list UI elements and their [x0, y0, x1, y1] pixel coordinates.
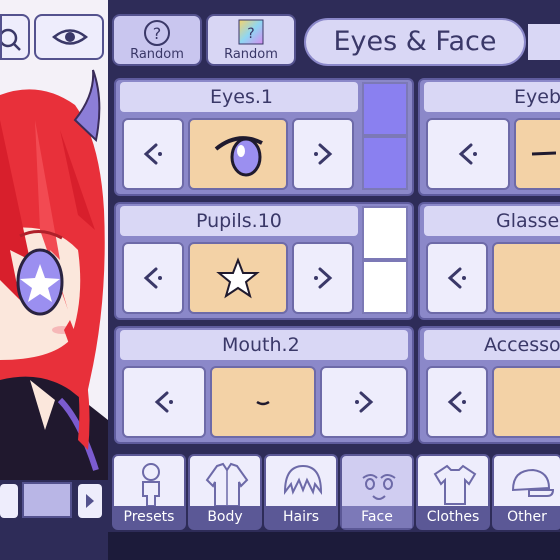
glasses-title-text: Glasse: [496, 210, 560, 232]
eyes-prev-button[interactable]: [122, 118, 184, 190]
eyes-color-swatch-1[interactable]: [362, 82, 408, 136]
random-button-left[interactable]: ? Random: [112, 14, 202, 66]
accessory-preview[interactable]: [492, 366, 560, 438]
accessory-title-text: Accesso: [484, 334, 560, 356]
shirt-icon: [433, 464, 477, 505]
random-label-left: Random: [130, 47, 184, 62]
tab-body-label: Body: [190, 506, 260, 528]
random-button-right[interactable]: ? Random: [206, 14, 296, 66]
chevron-right-icon: [314, 267, 333, 289]
chevron-left-icon: [447, 267, 466, 289]
chevron-right-icon: [314, 143, 333, 165]
mouth-title: Mouth.2: [120, 330, 408, 360]
eyebrows-preview[interactable]: [514, 118, 560, 190]
face-icon: [362, 474, 396, 500]
mouth-title-text: Mouth.2: [222, 334, 300, 356]
glasses-preview[interactable]: [492, 242, 560, 314]
mouth-prev-button[interactable]: [122, 366, 206, 438]
character-illustration: [0, 0, 108, 560]
accessory-title: Accesso: [424, 330, 560, 360]
eye-icon: [52, 29, 88, 45]
glasses-prev-button[interactable]: [426, 242, 488, 314]
chevron-left-icon: [143, 143, 162, 165]
hair-icon: [283, 464, 323, 496]
mouth-style-icon: [256, 400, 270, 406]
page-title-pill: Eyes & Face: [304, 18, 526, 66]
question-circle-icon: ?: [144, 20, 170, 46]
eyebrow-style-icon: [531, 151, 556, 156]
pupils-next-button[interactable]: [292, 242, 354, 314]
pupils-color-swatch-1[interactable]: [362, 206, 408, 260]
chevron-left-icon: [447, 391, 466, 413]
random-color-icon: ?: [238, 19, 264, 45]
tab-presets[interactable]: Presets: [112, 454, 186, 530]
accessory-prev-button[interactable]: [426, 366, 488, 438]
mouth-next-button[interactable]: [320, 366, 408, 438]
zoom-button[interactable]: [0, 14, 30, 60]
svg-text:?: ?: [153, 24, 162, 43]
star-icon: [216, 257, 260, 299]
glasses-title: Glasse: [424, 206, 560, 236]
person-outline-icon: [142, 463, 160, 507]
tab-body[interactable]: Body: [188, 454, 262, 530]
tab-other[interactable]: Other: [492, 454, 560, 530]
tab-hairs[interactable]: Hairs: [264, 454, 338, 530]
eyes-title-text: Eyes.1: [210, 86, 273, 108]
random-label-right: Random: [224, 47, 278, 62]
tab-other-label: Other: [494, 506, 560, 528]
tab-hairs-label: Hairs: [266, 506, 336, 528]
zoom-icon: [0, 28, 21, 51]
mouth-preview[interactable]: [210, 366, 316, 438]
preview-right-arrow[interactable]: [78, 484, 102, 518]
tab-clothes[interactable]: Clothes: [416, 454, 490, 530]
pupils-color-swatch-2[interactable]: [362, 260, 408, 314]
eyebrows-title-text: Eyeb: [514, 86, 560, 108]
tab-clothes-label: Clothes: [418, 506, 488, 528]
title-bar-extension: [528, 24, 560, 60]
chevron-right-icon: [355, 391, 374, 413]
chevron-left-icon: [143, 267, 162, 289]
tab-presets-label: Presets: [114, 506, 184, 528]
eye-style-icon: [214, 136, 263, 177]
pupils-title-text: Pupils.10: [196, 210, 282, 232]
bottom-strip: [108, 532, 560, 560]
pupils-prev-button[interactable]: [122, 242, 184, 314]
eyes-next-button[interactable]: [292, 118, 354, 190]
preview-thumbnail[interactable]: [22, 482, 72, 518]
eyes-title: Eyes.1: [120, 82, 358, 112]
preview-left-arrow[interactable]: [0, 484, 18, 518]
chevron-left-icon: [154, 391, 173, 413]
tab-face[interactable]: Face: [340, 454, 414, 530]
chevron-right-icon: [86, 494, 94, 508]
jacket-icon: [205, 462, 249, 507]
pupils-title: Pupils.10: [120, 206, 358, 236]
eyebrows-prev-button[interactable]: [426, 118, 510, 190]
eyebrows-title: Eyeb: [424, 82, 560, 112]
page-title: Eyes & Face: [333, 26, 497, 57]
svg-text:?: ?: [247, 26, 254, 42]
eyes-preview[interactable]: [188, 118, 288, 190]
cap-icon: [511, 468, 555, 497]
eyes-color-swatch-2[interactable]: [362, 136, 408, 190]
tab-face-label: Face: [342, 506, 412, 528]
eye-toggle-button[interactable]: [34, 14, 104, 60]
chevron-left-icon: [458, 143, 477, 165]
character-preview: [0, 0, 108, 560]
pupils-preview[interactable]: [188, 242, 288, 314]
